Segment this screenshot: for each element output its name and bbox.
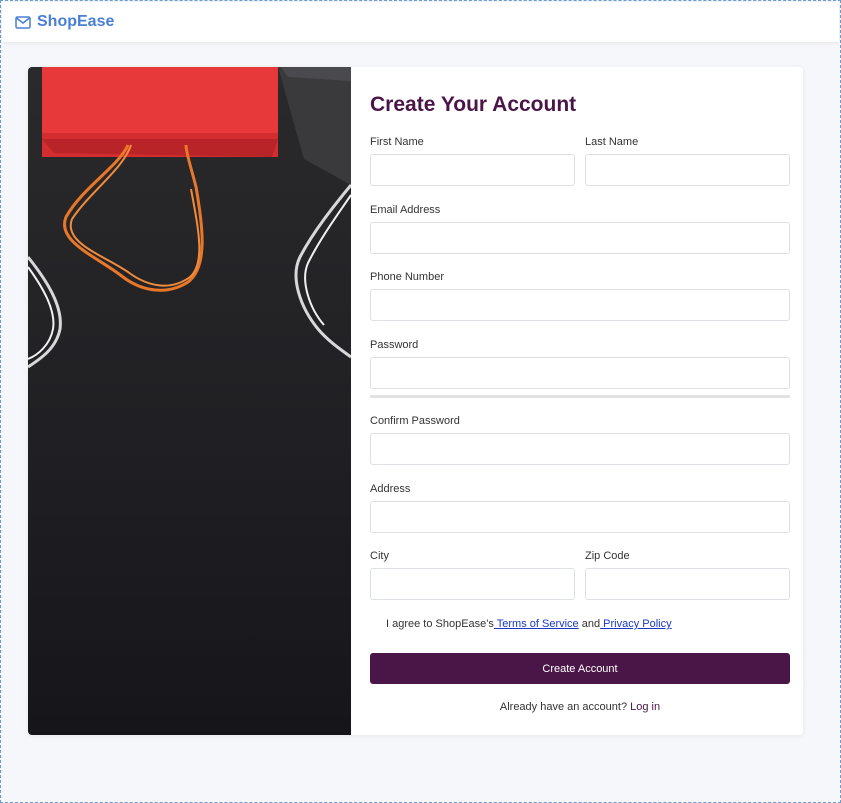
password-input[interactable] [370,357,790,389]
terms-agreement: I agree to ShopEase's Terms of Service a… [386,618,672,630]
signup-card: Create Your Account First Name Last Name… [28,67,803,735]
zip-input[interactable] [585,568,790,600]
hero-image [28,67,351,735]
brand-name: ShopEase [37,13,115,30]
terms-of-service-link[interactable]: Terms of Service [494,618,579,630]
email-label: Email Address [370,204,441,216]
address-input[interactable] [370,501,790,533]
terms-middle: and [578,618,601,630]
email-input[interactable] [370,222,790,254]
address-label: Address [370,483,411,495]
page-title: Create Your Account [370,93,577,116]
login-prompt: Already have an account? Log in [370,701,790,713]
create-account-button[interactable]: Create Account [370,653,790,684]
first-name-input[interactable] [370,154,575,186]
city-input[interactable] [370,568,575,600]
city-label: City [370,550,389,562]
zip-label: Zip Code [585,550,630,562]
signup-form: Create Your Account First Name Last Name… [370,67,790,735]
mail-icon [15,15,31,29]
last-name-label: Last Name [585,136,639,148]
confirm-password-label: Confirm Password [370,415,460,427]
navbar: ShopEase [2,2,839,42]
first-name-label: First Name [370,136,424,148]
phone-label: Phone Number [370,271,444,283]
phone-input[interactable] [370,289,790,321]
terms-prefix: I agree to ShopEase's [386,618,494,630]
privacy-policy-link[interactable]: Privacy Policy [600,618,671,630]
login-prompt-text: Already have an account? [499,701,628,713]
last-name-input[interactable] [585,154,790,186]
confirm-password-input[interactable] [370,433,790,465]
page-frame: ShopEase Create Your Account First Name … [0,0,841,803]
password-strength-bar [370,395,790,398]
password-label: Password [370,339,419,351]
brand-link[interactable]: ShopEase [15,13,114,31]
login-link[interactable]: Log in [630,701,660,713]
